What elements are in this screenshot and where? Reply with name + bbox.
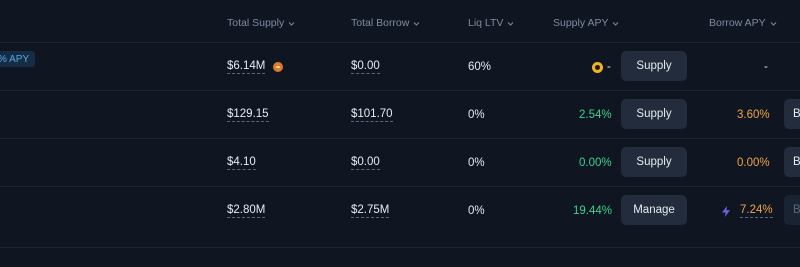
chevron-down-icon xyxy=(288,20,295,27)
borrow-apy-value: - xyxy=(764,61,768,73)
total-supply-value[interactable]: $6.14M xyxy=(227,60,266,74)
total-borrow-value[interactable]: $2.75M xyxy=(351,204,390,218)
apy-badge-label: % APY xyxy=(0,53,30,65)
borrow-button[interactable]: B xyxy=(784,195,800,225)
header-supply-apy-label: Supply APY xyxy=(553,17,609,29)
borrow-apy-value[interactable]: 7.24% xyxy=(740,204,773,218)
liq-ltv-cell: 0% xyxy=(468,139,485,187)
lightning-bolt-icon xyxy=(722,205,730,217)
orange-coin-icon xyxy=(273,62,284,72)
total-borrow-value[interactable]: $0.00 xyxy=(351,156,380,170)
liq-ltv-value: 0% xyxy=(468,205,485,217)
table-row[interactable]: $4.10 $0.00 0% 0.00% Supply 0.00% B xyxy=(0,138,800,187)
borrow-apy-value: 0.00% xyxy=(737,157,770,169)
supply-apy-value: 0.00% xyxy=(579,157,612,169)
total-borrow-cell: $2.75M xyxy=(351,187,390,235)
header-liq-ltv[interactable]: Liq LTV xyxy=(468,17,514,29)
table-row[interactable]: % APY $6.14M $0.00 60% - Supply - xyxy=(0,42,800,91)
table-header: Total Supply Total Borrow Liq LTV Supply… xyxy=(0,0,800,46)
liq-ltv-value: 0% xyxy=(468,157,485,169)
borrow-button[interactable]: B xyxy=(784,147,800,177)
supply-button[interactable]: Supply xyxy=(621,147,687,177)
manage-button[interactable]: Manage xyxy=(621,195,687,225)
liq-ltv-cell: 0% xyxy=(468,91,485,139)
supply-apy-cell: - xyxy=(592,43,611,91)
chevron-down-icon xyxy=(413,20,420,27)
borrow-button[interactable]: B xyxy=(784,99,800,129)
header-supply-apy[interactable]: Supply APY xyxy=(553,17,619,29)
total-borrow-value[interactable]: $101.70 xyxy=(351,108,393,122)
supply-apy-cell: 2.54% xyxy=(579,91,612,139)
header-total-borrow-label: Total Borrow xyxy=(351,17,410,29)
borrow-apy-cell: 0.00% xyxy=(737,139,770,187)
total-borrow-cell: $101.70 xyxy=(351,91,393,139)
supply-button[interactable]: Supply xyxy=(621,99,687,129)
table-row[interactable]: $129.15 $101.70 0% 2.54% Supply 3.60% B xyxy=(0,90,800,139)
header-total-supply-label: Total Supply xyxy=(227,17,285,29)
borrow-apy-value: 3.60% xyxy=(737,109,770,121)
liq-ltv-cell: 0% xyxy=(468,187,485,235)
total-supply-cell: $6.14M xyxy=(227,43,284,91)
total-borrow-value[interactable]: $0.00 xyxy=(351,60,380,74)
chevron-down-icon xyxy=(507,20,514,27)
borrow-apy-cell: 7.24% xyxy=(722,187,773,235)
borrow-apy-cell: 3.60% xyxy=(737,91,770,139)
table-row[interactable]: $2.80M $2.75M 0% 19.44% Manage 7.24% B xyxy=(0,186,800,235)
header-borrow-apy-label: Borrow APY xyxy=(709,17,766,29)
header-total-borrow[interactable]: Total Borrow xyxy=(351,17,420,29)
chevron-down-icon xyxy=(770,20,777,27)
liq-ltv-value: 60% xyxy=(468,61,492,73)
gold-coin-icon xyxy=(592,61,603,73)
total-supply-value[interactable]: $129.15 xyxy=(227,108,269,122)
total-borrow-cell: $0.00 xyxy=(351,43,380,91)
total-borrow-cell: $0.00 xyxy=(351,139,380,187)
supply-apy-cell: 0.00% xyxy=(579,139,612,187)
supply-apy-value: - xyxy=(607,61,611,73)
supply-apy-cell: 19.44% xyxy=(573,187,612,235)
total-supply-cell: $129.15 xyxy=(227,91,269,139)
supply-apy-value: 19.44% xyxy=(573,205,613,217)
total-supply-cell: $4.10 xyxy=(227,139,256,187)
liq-ltv-cell: 60% xyxy=(468,43,491,91)
total-supply-value[interactable]: $2.80M xyxy=(227,204,266,218)
apy-badge: % APY xyxy=(0,51,36,67)
supply-button[interactable]: Supply xyxy=(621,51,687,81)
total-supply-cell: $2.80M xyxy=(227,187,266,235)
borrow-apy-cell: - xyxy=(764,43,768,91)
table-bottom-divider xyxy=(0,247,800,248)
liq-ltv-value: 0% xyxy=(468,109,485,121)
header-liq-ltv-label: Liq LTV xyxy=(468,17,504,29)
header-total-supply[interactable]: Total Supply xyxy=(227,17,295,29)
total-supply-value[interactable]: $4.10 xyxy=(227,156,256,170)
supply-apy-value: 2.54% xyxy=(579,109,612,121)
header-borrow-apy[interactable]: Borrow APY xyxy=(709,17,777,29)
chevron-down-icon xyxy=(612,20,619,27)
